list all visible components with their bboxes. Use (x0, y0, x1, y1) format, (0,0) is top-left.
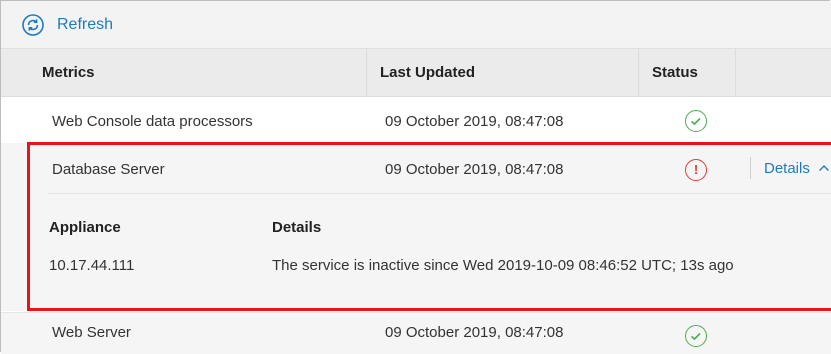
table-row[interactable]: Web Server 09 October 2019, 08:47:08 (1, 312, 831, 354)
highlight-box (27, 142, 831, 311)
column-header-metrics[interactable]: Metrics (42, 49, 95, 96)
column-divider (735, 49, 736, 96)
status-ok-icon (685, 110, 707, 132)
refresh-label[interactable]: Refresh (57, 16, 113, 34)
status-ok-icon (685, 325, 707, 347)
toolbar: Refresh (1, 1, 831, 49)
column-divider (366, 49, 367, 96)
last-updated: 09 October 2019, 08:47:08 (385, 324, 564, 341)
column-divider (638, 49, 639, 96)
refresh-button[interactable]: Refresh (22, 13, 113, 37)
column-header-last-updated[interactable]: Last Updated (380, 49, 475, 96)
table-row[interactable]: Web Console data processors 09 October 2… (1, 97, 831, 145)
column-header-status[interactable]: Status (652, 49, 698, 96)
last-updated: 09 October 2019, 08:47:08 (385, 113, 564, 130)
metric-name: Web Server (52, 324, 131, 341)
metric-name: Web Console data processors (52, 113, 253, 130)
refresh-icon[interactable] (22, 14, 44, 36)
table-header: Metrics Last Updated Status (1, 49, 831, 97)
